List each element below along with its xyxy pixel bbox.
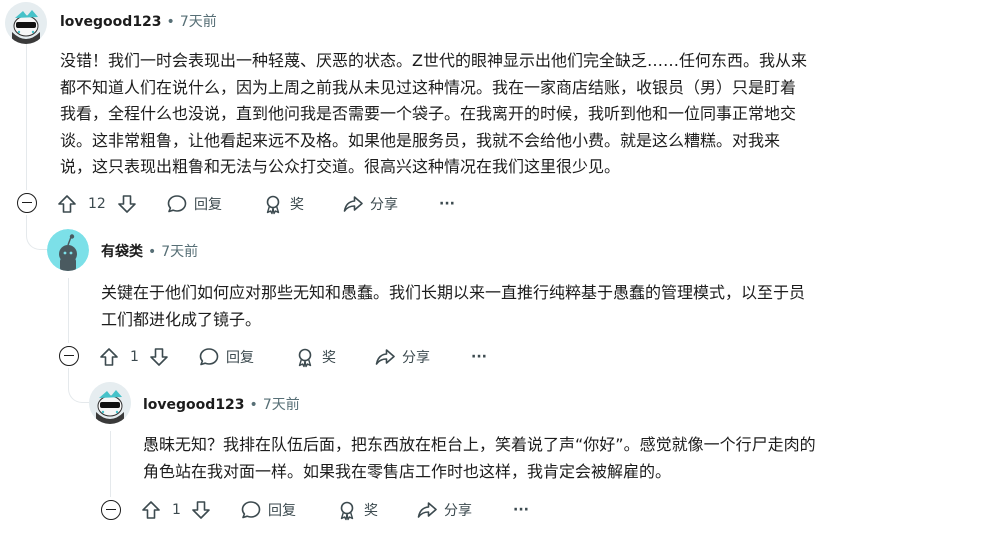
thread-line[interactable]	[110, 431, 111, 497]
collapse-toggle-button[interactable]	[59, 346, 79, 366]
reply-button[interactable]: 回复	[198, 344, 254, 370]
timestamp[interactable]: 7天前	[180, 14, 217, 30]
share-label: 分享	[444, 503, 472, 519]
comment-body: 关键在于他们如何应对那些无知和愚蠢。我们长期以来一直推行纯粹基于愚蠢的管理模式，…	[101, 280, 961, 333]
more-options-button[interactable]: ···	[513, 497, 529, 523]
comment-text-line: 角色站在我对面一样。如果我在零售店工作时也这样，我肯定会被解雇的。	[143, 461, 672, 481]
meta-separator: •	[249, 397, 258, 413]
comment-text-line: 说，这只表现出粗鲁和无法与公众打交道。很高兴这种情况在我们这里很少见。	[60, 157, 621, 176]
username[interactable]: lovegood123	[143, 397, 245, 413]
award-button[interactable]: 奖	[294, 344, 336, 370]
vote-count: 1	[130, 349, 139, 365]
arrow-down-icon	[118, 195, 136, 213]
comment-text-line: 愚昧无知？我排在队伍后面，把东西放在柜台上，笑着说了声“你好”。感觉就像一个行尸…	[143, 435, 816, 454]
upvote-button[interactable]	[56, 191, 78, 217]
comment-action-bar: 1 回复 奖 分享 ···	[140, 497, 560, 523]
comment-body: 愚昧无知？我排在队伍后面，把东西放在柜台上，笑着说了声“你好”。感觉就像一个行尸…	[143, 432, 973, 485]
arrow-down-icon	[150, 348, 168, 366]
arrow-up-icon	[100, 348, 118, 366]
comment-text-line: 关键在于他们如何应对那些无知和愚蠢。我们长期以来一直推行纯粹基于愚蠢的管理模式，…	[101, 283, 806, 302]
comment-bubble-icon	[199, 348, 219, 366]
award-icon	[340, 501, 354, 521]
comment-bubble-icon	[241, 501, 261, 519]
award-label: 奖	[290, 197, 304, 213]
reply-button[interactable]: 回复	[240, 497, 296, 523]
snoo-avatar-icon	[89, 382, 131, 424]
timestamp[interactable]: 7天前	[161, 244, 198, 260]
upvote-button[interactable]	[140, 497, 162, 523]
share-icon	[417, 502, 437, 518]
meta-separator: •	[166, 14, 175, 30]
arrow-up-icon	[58, 195, 76, 213]
snoo-avatar-icon	[5, 2, 47, 44]
comment-body: 没错！我们一时会表现出一种轻蔑、厌恶的状态。Z世代的眼神显示出他们完全缺乏……任…	[60, 48, 960, 181]
thread-connector	[26, 215, 47, 250]
avatar[interactable]	[5, 2, 47, 44]
award-icon	[266, 195, 280, 215]
reply-button[interactable]: 回复	[166, 191, 222, 217]
award-label: 奖	[364, 503, 378, 519]
comment-text-line: 我看，全程什么也没说，直到他问我是否需要一个袋子。在我离开的时候，我听到他和一位…	[60, 104, 797, 123]
award-button[interactable]: 奖	[336, 497, 378, 523]
meta-separator: •	[148, 244, 157, 260]
comment-meta: lovegood123 • 7天前	[143, 394, 300, 414]
snoo-avatar-icon	[47, 229, 89, 271]
share-icon	[343, 196, 363, 212]
thread-connector	[68, 368, 89, 403]
share-label: 分享	[370, 197, 398, 213]
share-label: 分享	[402, 350, 430, 366]
award-icon	[298, 348, 312, 368]
comment-bubble-icon	[167, 195, 187, 213]
comment-thread: lovegood123 • 7天前 没错！我们一时会表现出一种轻蔑、厌恶的状态。Z世…	[0, 0, 1000, 535]
username[interactable]: lovegood123	[60, 14, 162, 30]
collapse-toggle-button[interactable]	[101, 500, 121, 520]
share-button[interactable]: 分享	[342, 191, 398, 217]
comment-text-line: 工们都进化成了镜子。	[101, 309, 262, 329]
vote-count: 1	[172, 502, 181, 518]
avatar[interactable]	[89, 382, 131, 424]
reply-label: 回复	[226, 350, 254, 366]
reply-label: 回复	[268, 503, 296, 519]
comment-text-line: 没错！我们一时会表现出一种轻蔑、厌恶的状态。Z世代的眼神显示出他们完全缺乏……任…	[60, 51, 807, 70]
upvote-button[interactable]	[98, 344, 120, 370]
downvote-button[interactable]	[116, 191, 138, 217]
arrow-up-icon	[142, 501, 160, 519]
share-icon	[375, 349, 395, 365]
comment-meta: 有袋类 • 7天前	[101, 241, 198, 261]
more-options-button[interactable]: ···	[471, 344, 487, 370]
comment-meta: lovegood123 • 7天前	[60, 11, 217, 31]
comment-text-line: 谈。这非常粗鲁，让他看起来远不及格。如果他是服务员，我就不会给他小费。就是这么糟…	[60, 130, 781, 150]
more-options-button[interactable]: ···	[439, 191, 455, 217]
reply-label: 回复	[194, 197, 222, 213]
thread-line[interactable]	[26, 44, 27, 190]
comment-text-line: 都不知道人们在说什么，因为上周之前我从未见过这种情况。我在一家商店结账，收银员（…	[60, 77, 797, 97]
thread-line[interactable]	[68, 278, 69, 343]
collapse-toggle-button[interactable]	[17, 193, 37, 213]
vote-count: 12	[88, 196, 106, 212]
avatar[interactable]	[47, 229, 89, 271]
username[interactable]: 有袋类	[101, 244, 143, 260]
comment-action-bar: 12 回复 奖 分享 ···	[56, 191, 476, 217]
comment-action-bar: 1 回复 奖 分享 ···	[98, 344, 518, 370]
downvote-button[interactable]	[148, 344, 170, 370]
award-button[interactable]: 奖	[262, 191, 304, 217]
share-button[interactable]: 分享	[416, 497, 472, 523]
downvote-button[interactable]	[190, 497, 212, 523]
timestamp[interactable]: 7天前	[263, 397, 300, 413]
award-label: 奖	[322, 350, 336, 366]
arrow-down-icon	[192, 501, 210, 519]
share-button[interactable]: 分享	[374, 344, 430, 370]
